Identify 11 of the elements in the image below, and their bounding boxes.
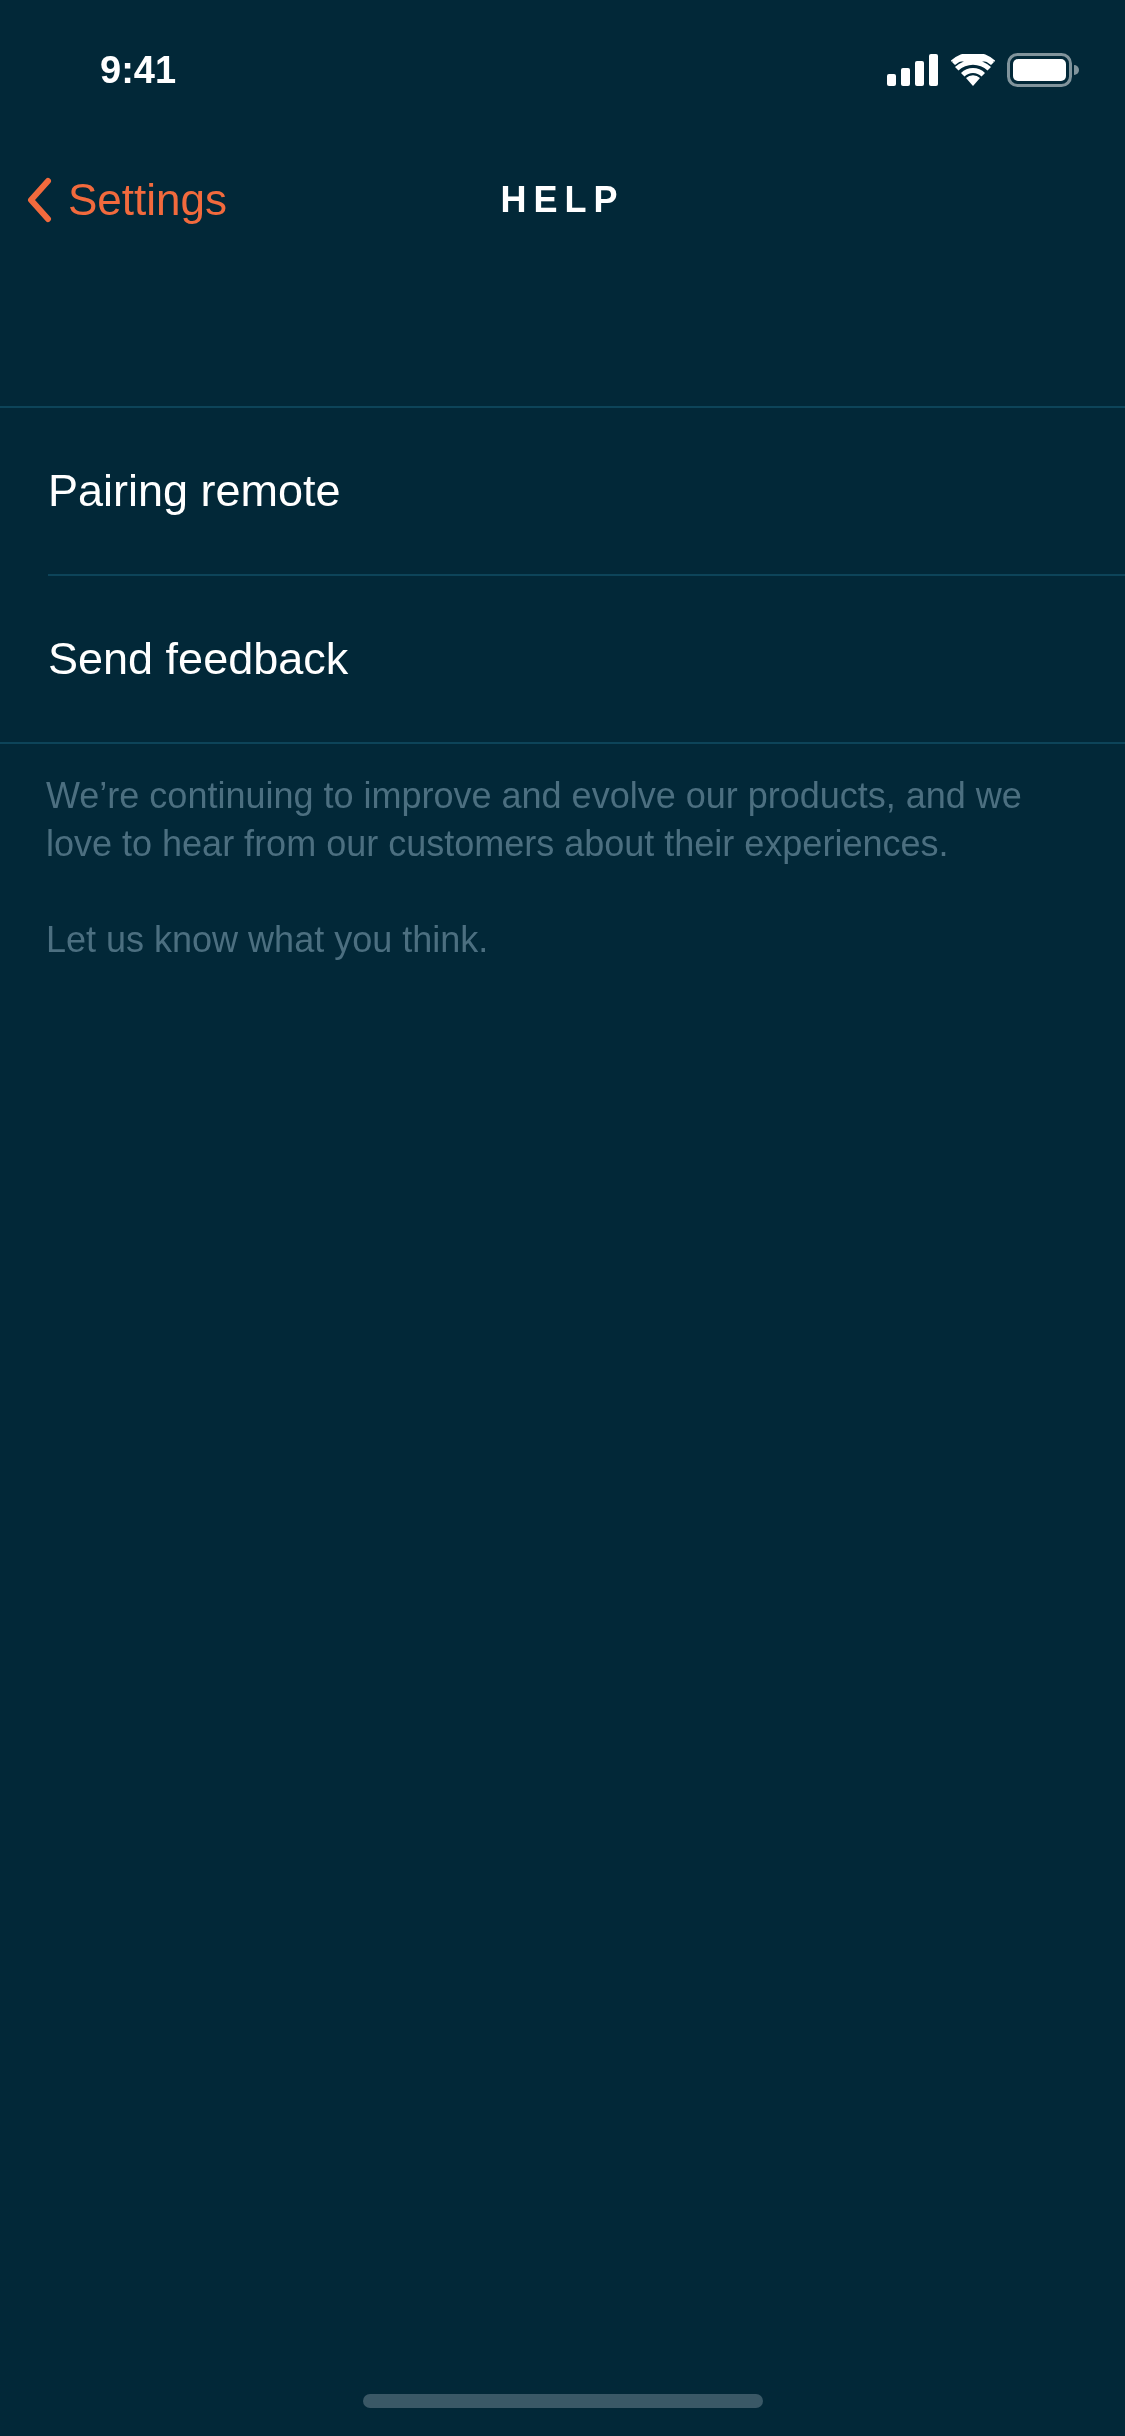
list-item[interactable]: Pairing remote (48, 408, 1125, 576)
wifi-icon (951, 54, 995, 86)
chevron-icon (26, 177, 52, 223)
status-time: 9:41 (100, 48, 177, 92)
signal-icon (887, 54, 939, 86)
battery-icon (1007, 53, 1079, 87)
footer-text: Let us know what you think. (46, 918, 490, 962)
screen-title: HELP (500, 179, 625, 221)
back-button[interactable]: Settings (0, 175, 227, 225)
list-item[interactable]: Send feedback (48, 576, 1125, 742)
footer-text: We’re continuing to improve and evolve our products, and we love to hear from our customers about their experiences. (46, 774, 1023, 866)
